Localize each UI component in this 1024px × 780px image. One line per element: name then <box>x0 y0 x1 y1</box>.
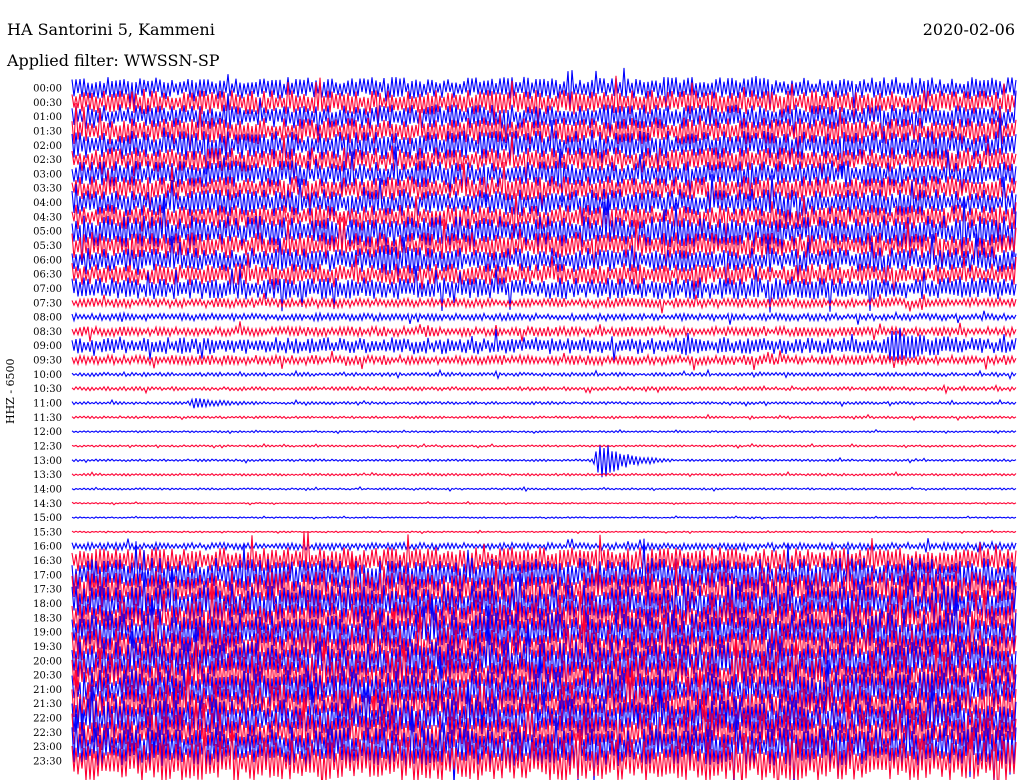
time-tick-label: 07:00 <box>33 284 62 295</box>
time-tick-label: 06:30 <box>33 270 62 281</box>
time-tick-label: 09:00 <box>33 341 62 352</box>
time-tick-label: 14:30 <box>33 499 62 510</box>
time-tick-label: 19:30 <box>33 642 62 653</box>
time-tick-label: 23:00 <box>33 742 62 753</box>
trace-row-1200 <box>71 428 1017 435</box>
time-tick-label: 18:00 <box>33 599 62 610</box>
time-tick-label: 09:30 <box>33 356 62 367</box>
time-tick-label: 12:30 <box>33 441 62 452</box>
time-tick-label: 08:00 <box>33 313 62 324</box>
time-tick-label: 00:30 <box>33 98 62 109</box>
time-tick-label: 20:30 <box>33 671 62 682</box>
time-tick-label: 11:30 <box>33 413 62 424</box>
trace-row-0930 <box>71 350 1017 371</box>
trace-row-1000 <box>71 368 1017 381</box>
time-tick-label: 02:00 <box>33 141 62 152</box>
time-tick-label: 01:00 <box>33 112 62 123</box>
time-tick-label: 17:30 <box>33 585 62 596</box>
time-tick-label: 04:00 <box>33 198 62 209</box>
time-tick-label: 07:30 <box>33 298 62 309</box>
time-tick-label: 03:00 <box>33 169 62 180</box>
time-tick-label: 15:30 <box>33 527 62 538</box>
time-tick-label: 16:30 <box>33 556 62 567</box>
time-tick-label: 17:00 <box>33 570 62 581</box>
trace-row-1130 <box>71 413 1017 422</box>
trace-row-1430 <box>71 500 1017 506</box>
time-tick-label: 13:00 <box>33 456 62 467</box>
time-tick-label: 03:30 <box>33 184 62 195</box>
time-tick-label: 20:00 <box>33 656 62 667</box>
trace-row-0800 <box>71 310 1017 325</box>
time-tick-label: 12:00 <box>33 427 62 438</box>
time-tick-label: 21:30 <box>33 699 62 710</box>
time-tick-labels: 00:00 00:30 01:00 01:30 02:00 02:30 03:00 03:30… <box>33 84 62 768</box>
trace-row-1100 <box>71 397 1017 409</box>
time-tick-label: 04:30 <box>33 212 62 223</box>
seismic-traces <box>71 67 1017 780</box>
time-tick-label: 08:30 <box>33 327 62 338</box>
time-tick-label: 10:30 <box>33 384 62 395</box>
trace-row-1230 <box>71 442 1017 449</box>
time-tick-label: 05:00 <box>33 227 62 238</box>
trace-row-1530 <box>71 529 1017 535</box>
time-tick-label: 18:30 <box>33 613 62 624</box>
seismogram-plot: 00:00 00:30 01:00 01:30 02:00 02:30 03:00 03:30… <box>33 67 1017 780</box>
time-tick-label: 05:30 <box>33 241 62 252</box>
time-tick-label: 11:00 <box>33 399 62 410</box>
time-tick-label: 22:30 <box>33 728 62 739</box>
time-tick-label: 06:00 <box>33 255 62 266</box>
time-tick-label: 16:00 <box>33 542 62 553</box>
time-tick-label: 22:00 <box>33 714 62 725</box>
trace-row-0830 <box>71 321 1017 342</box>
trace-row-1500 <box>71 515 1017 520</box>
time-tick-label: 01:30 <box>33 126 62 137</box>
trace-row-1330 <box>71 471 1017 478</box>
time-tick-label: 23:30 <box>33 757 62 768</box>
time-tick-label: 13:30 <box>33 470 62 481</box>
time-tick-label: 00:00 <box>33 84 62 95</box>
time-tick-label: 15:00 <box>33 513 62 524</box>
trace-row-1030 <box>71 383 1017 395</box>
trace-row-1400 <box>71 485 1017 493</box>
time-tick-label: 19:00 <box>33 628 62 639</box>
time-tick-label: 10:00 <box>33 370 62 381</box>
trace-row-1300 <box>71 445 1017 478</box>
time-tick-label: 02:30 <box>33 155 62 166</box>
time-tick-label: 21:00 <box>33 685 62 696</box>
time-tick-label: 14:00 <box>33 484 62 495</box>
